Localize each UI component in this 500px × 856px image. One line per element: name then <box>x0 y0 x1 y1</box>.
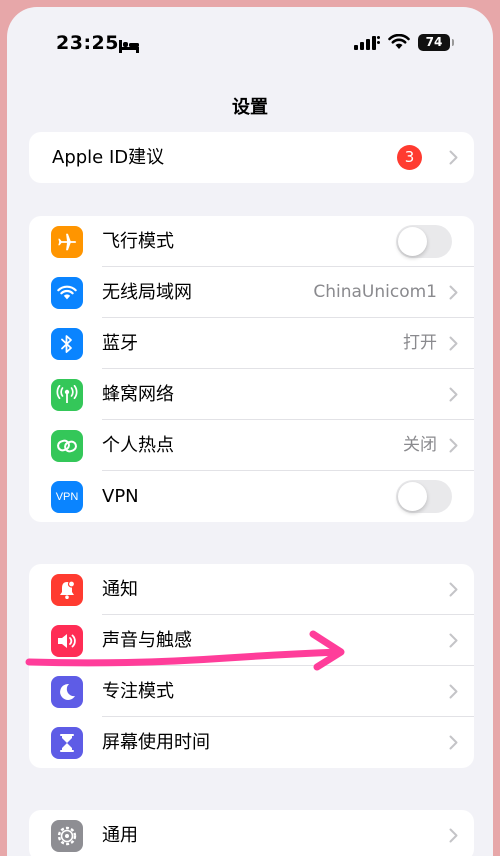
apple-id-group: Apple ID建议 3 <box>29 132 474 183</box>
vpn-icon-text: VPN <box>55 491 79 503</box>
gear-icon <box>51 820 83 852</box>
general-label: 通用 <box>102 825 138 846</box>
airplane-mode-toggle[interactable] <box>396 225 452 258</box>
focus-row[interactable]: 专注模式 <box>29 666 474 717</box>
chevron-right-icon <box>449 438 458 457</box>
settings-screen: 23:25 74 设置 Apple ID建议 3 飞行模式 无线局域网 Chin… <box>7 7 493 856</box>
toggle-knob <box>398 482 427 511</box>
battery-icon: 74 <box>418 34 450 51</box>
personal-hotspot-row[interactable]: 个人热点 关闭 <box>29 420 474 471</box>
chevron-right-icon <box>449 285 458 304</box>
notifications-row[interactable]: 通知 <box>29 564 474 615</box>
airplane-mode-row[interactable]: 飞行模式 <box>29 216 474 267</box>
status-time: 23:25 <box>56 32 119 54</box>
cellular-label: 蜂窝网络 <box>102 384 174 405</box>
bluetooth-icon <box>51 328 83 360</box>
notifications-label: 通知 <box>102 579 138 600</box>
general-group: 通用 <box>29 810 474 856</box>
wifi-row[interactable]: 无线局域网 ChinaUnicom1 <box>29 267 474 318</box>
moon-icon <box>51 676 83 708</box>
speaker-icon <box>51 625 83 657</box>
personal-hotspot-label: 个人热点 <box>102 435 174 456</box>
connectivity-group: 飞行模式 无线局域网 ChinaUnicom1 蓝牙 打开 蜂窝网络 个人热点 … <box>29 216 474 522</box>
chevron-right-icon <box>449 684 458 703</box>
cellular-icon <box>51 379 83 411</box>
chevron-right-icon <box>449 828 458 847</box>
vpn-toggle[interactable] <box>396 480 452 513</box>
cellular-row[interactable]: 蜂窝网络 <box>29 369 474 420</box>
status-bar: 23:25 74 <box>7 7 493 77</box>
bluetooth-label: 蓝牙 <box>102 333 138 354</box>
notifications-group: 通知 声音与触感 专注模式 屏幕使用时间 <box>29 564 474 768</box>
general-row[interactable]: 通用 <box>29 810 474 856</box>
sleep-bed-icon <box>119 38 139 57</box>
notification-badge: 3 <box>397 145 422 170</box>
airplane-mode-label: 飞行模式 <box>102 231 174 252</box>
wifi-label: 无线局域网 <box>102 282 192 303</box>
toggle-knob <box>398 227 427 256</box>
chevron-right-icon <box>449 582 458 601</box>
cellular-signal-icon <box>354 35 380 54</box>
bluetooth-status-value: 打开 <box>403 333 437 353</box>
screen-time-label: 屏幕使用时间 <box>102 732 210 753</box>
vpn-row[interactable]: VPN VPN <box>29 471 474 522</box>
wifi-icon <box>51 277 83 309</box>
hotspot-icon <box>51 430 83 462</box>
sounds-haptics-row[interactable]: 声音与触感 <box>29 615 474 666</box>
hourglass-icon <box>51 727 83 759</box>
screen-time-row[interactable]: 屏幕使用时间 <box>29 717 474 768</box>
airplane-icon <box>51 226 83 258</box>
focus-label: 专注模式 <box>102 681 174 702</box>
sounds-haptics-label: 声音与触感 <box>102 630 192 651</box>
wifi-status-icon <box>388 33 410 54</box>
chevron-right-icon <box>449 633 458 652</box>
wifi-network-value: ChinaUnicom1 <box>313 282 437 302</box>
bluetooth-row[interactable]: 蓝牙 打开 <box>29 318 474 369</box>
apple-id-label: Apple ID建议 <box>52 147 165 168</box>
battery-cap <box>452 39 454 46</box>
chevron-right-icon <box>449 387 458 406</box>
page-title: 设置 <box>232 97 268 118</box>
vpn-label: VPN <box>102 486 139 507</box>
hotspot-status-value: 关闭 <box>403 435 437 455</box>
chevron-right-icon <box>449 336 458 355</box>
bell-icon <box>51 574 83 606</box>
chevron-right-icon <box>449 735 458 754</box>
vpn-icon: VPN <box>51 481 83 513</box>
apple-id-suggestions-row[interactable]: Apple ID建议 3 <box>29 132 474 183</box>
chevron-right-icon <box>449 150 458 169</box>
